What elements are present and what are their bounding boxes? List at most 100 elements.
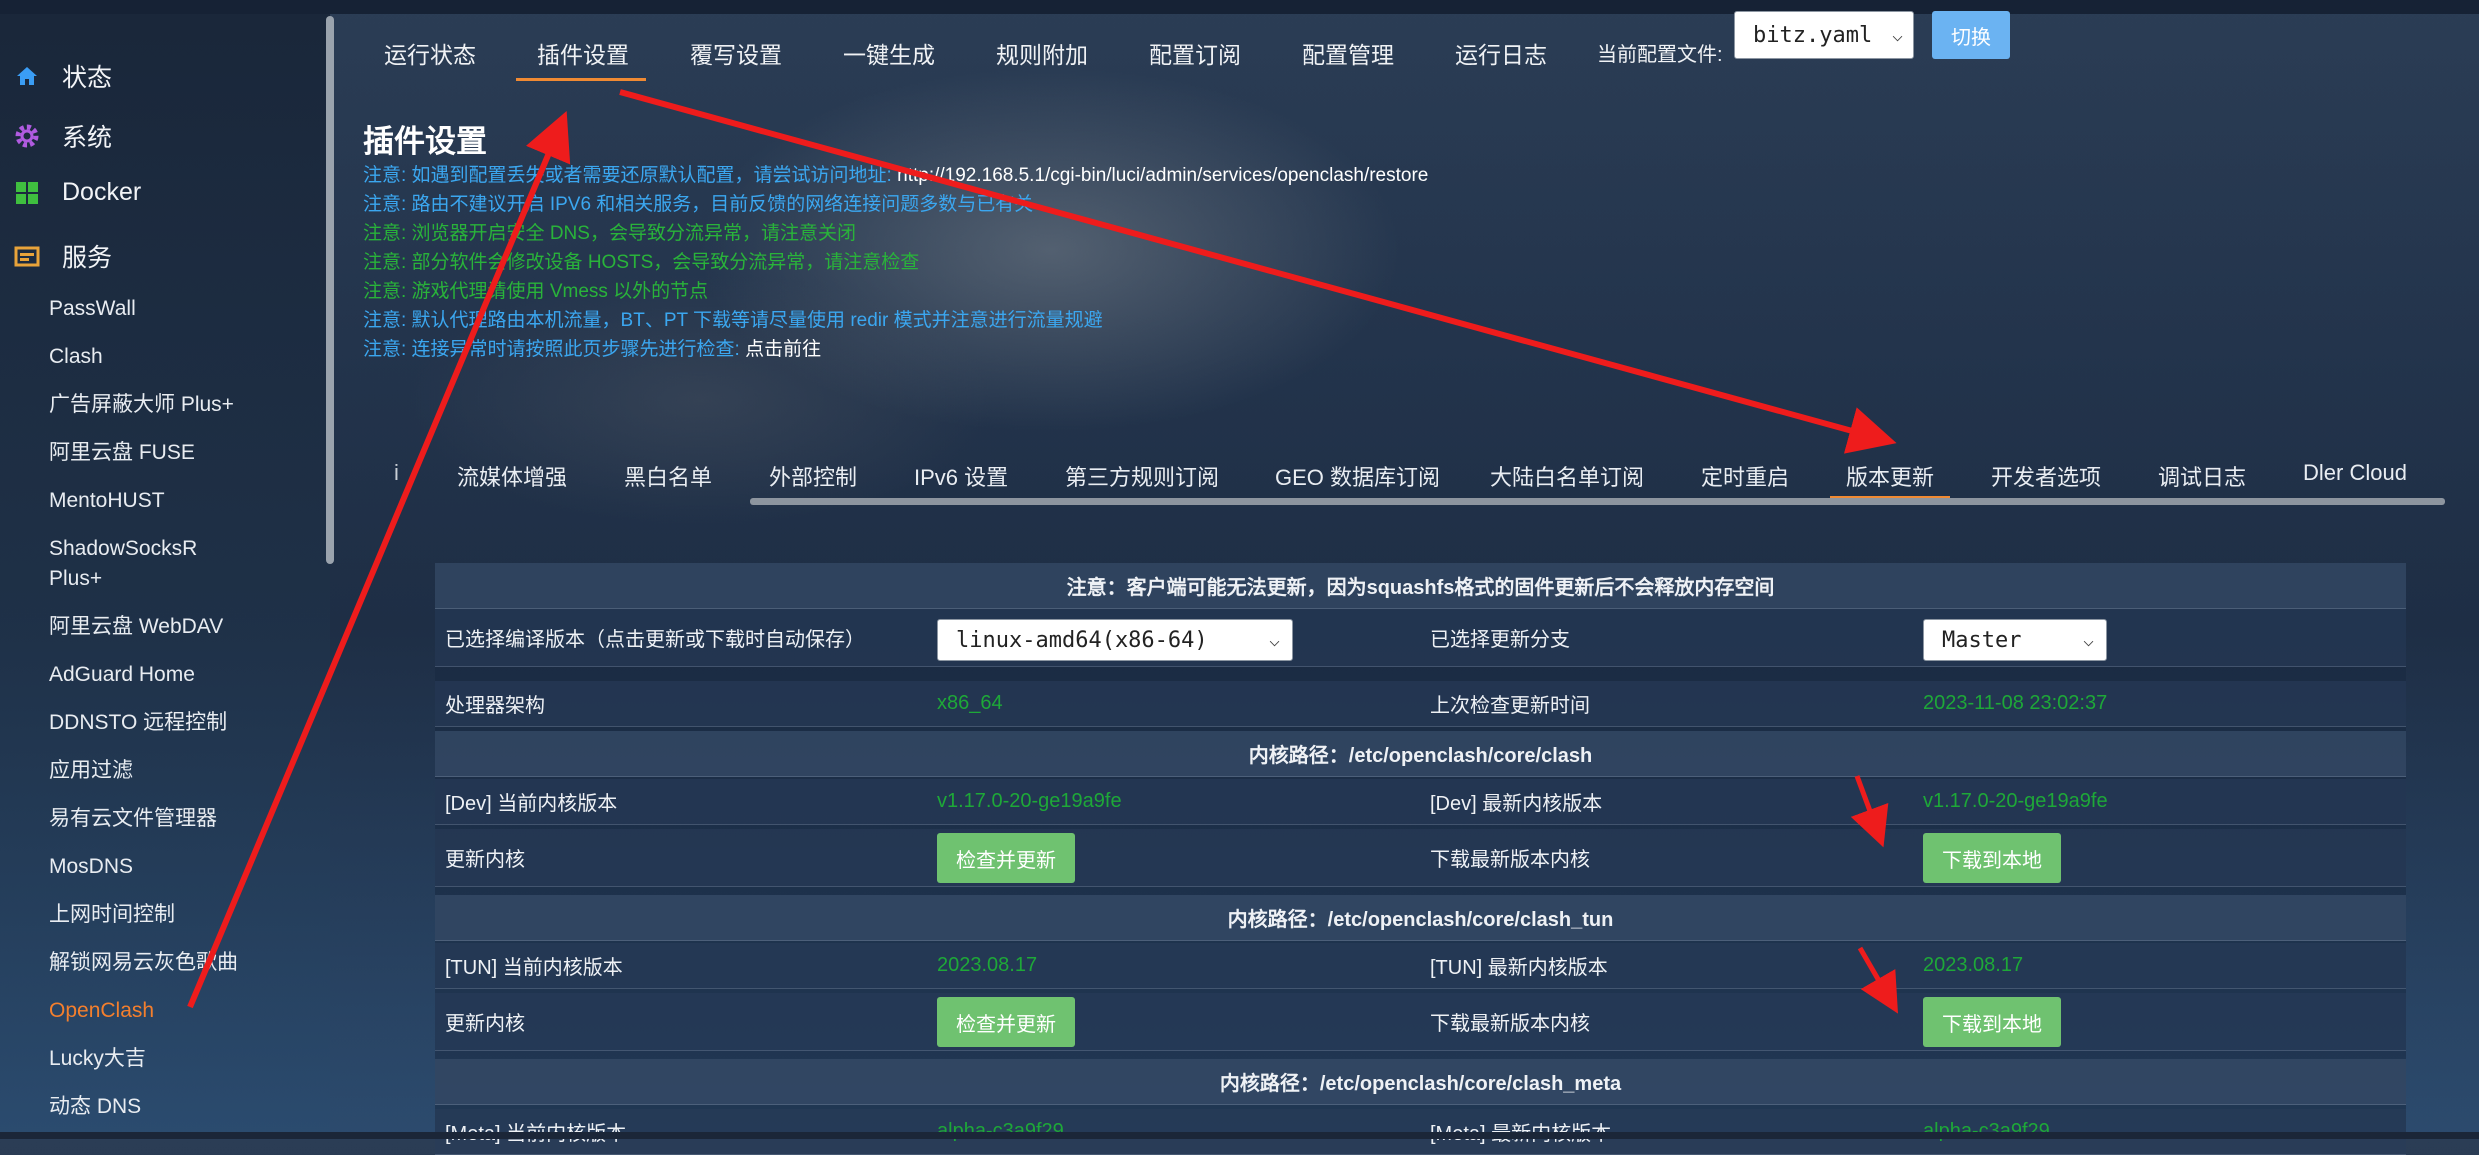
dev-latest-label: [Dev] 最新内核版本 bbox=[1430, 793, 1603, 815]
sidebar-scrollbar[interactable] bbox=[326, 16, 334, 564]
sidebar-item-mosdns[interactable]: MosDNS bbox=[49, 852, 133, 882]
tun-update-label: 更新内核 bbox=[445, 1013, 525, 1035]
sidebar-item-services[interactable]: 服务 bbox=[14, 238, 112, 274]
dev-update-label: 更新内核 bbox=[445, 849, 525, 871]
config-file-select[interactable]: bitz.yaml ⌵ bbox=[1734, 11, 1914, 59]
sidebar-item-aliyundrive-webdav[interactable]: 阿里云盘 WebDAV bbox=[49, 612, 223, 642]
arch-row: 处理器架构 x86_64 上次检查更新时间 2023-11-08 23:02:3… bbox=[435, 681, 2406, 727]
core-path-row: 内核路径：/etc/openclash/core/clash_tun bbox=[435, 895, 2406, 941]
page-title: 插件设置 bbox=[363, 124, 487, 159]
sidebar-item-ddns[interactable]: 动态 DNS bbox=[49, 1092, 141, 1122]
tun-latest-label: [TUN] 最新内核版本 bbox=[1430, 957, 1608, 979]
dev-current-label: [Dev] 当前内核版本 bbox=[445, 793, 618, 815]
compile-version-select[interactable]: linux-amd64(x86-64) ⌵ bbox=[937, 619, 1293, 661]
tab-version-update[interactable]: 版本更新 bbox=[1846, 460, 1934, 492]
tab-ipv6[interactable]: IPv6 设置 bbox=[914, 460, 1008, 492]
gear-icon bbox=[14, 123, 40, 149]
tun-current-value: 2023.08.17 bbox=[937, 954, 1038, 976]
tun-latest-value: 2023.08.17 bbox=[1923, 954, 2024, 976]
compile-version-row: 已选择编译版本（点击更新或下载时自动保存） linux-amd64(x86-64… bbox=[435, 609, 2406, 667]
tab-dler-cloud[interactable]: Dler Cloud bbox=[2303, 460, 2407, 486]
dev-check-update-button[interactable]: 检查并更新 bbox=[937, 833, 1075, 883]
restore-link[interactable]: http://192.168.5.1/cgi-bin/luci/admin/se… bbox=[897, 165, 1428, 186]
sidebar-item-unblock-netease[interactable]: 解锁网易云灰色歌曲 bbox=[49, 948, 238, 978]
nav-one-click-generate[interactable]: 一键生成 bbox=[843, 36, 935, 70]
sidebar-item-openclash[interactable]: OpenClash bbox=[49, 996, 154, 1026]
tab-partial[interactable]: i bbox=[394, 460, 399, 486]
tabbar-scrollbar[interactable] bbox=[750, 498, 2445, 505]
sidebar-item-adguard-home[interactable]: AdGuard Home bbox=[49, 660, 195, 690]
sidebar-item-linkease-file[interactable]: 易有云文件管理器 bbox=[49, 804, 217, 834]
nav-override-settings[interactable]: 覆写设置 bbox=[690, 36, 782, 70]
core-path-clash: 内核路径：/etc/openclash/core/clash bbox=[1248, 745, 1593, 767]
note-secure-dns: 注意: 浏览器开启安全 DNS，会导致分流异常，请注意关闭 bbox=[363, 223, 856, 244]
bottom-edge bbox=[0, 1132, 2479, 1139]
note-hosts: 注意: 部分软件会修改设备 HOSTS，会导致分流异常，请注意检查 bbox=[363, 252, 920, 273]
nav-run-log[interactable]: 运行日志 bbox=[1455, 36, 1547, 70]
core-path-clash-tun: 内核路径：/etc/openclash/core/clash_tun bbox=[1227, 909, 1614, 931]
sidebar-item-shadowsocksr-plus[interactable]: Plus+ bbox=[49, 564, 102, 594]
note-text: 注意: 如遇到配置丢失或者需要还原默认配置，请尝试访问地址: bbox=[363, 165, 898, 186]
update-branch-value: Master bbox=[1942, 627, 2022, 653]
sidebar-item-adbyby[interactable]: 广告屏蔽大师 Plus+ bbox=[49, 390, 234, 420]
services-icon bbox=[14, 243, 40, 269]
tab-streaming[interactable]: 流媒体增强 bbox=[457, 460, 567, 492]
arch-value: x86_64 bbox=[937, 692, 1003, 714]
dev-version-row: [Dev] 当前内核版本 v1.17.0-20-ge19a9fe [Dev] 最… bbox=[435, 779, 2406, 825]
update-notice: 注意：客户端可能无法更新，因为squashfs格式的固件更新后不会释放内存空间 bbox=[1066, 577, 1775, 599]
home-icon bbox=[14, 63, 40, 89]
update-branch-select[interactable]: Master ⌵ bbox=[1923, 619, 2107, 661]
dev-current-value: v1.17.0-20-ge19a9fe bbox=[937, 790, 1122, 812]
tun-version-row: [TUN] 当前内核版本 2023.08.17 [TUN] 最新内核版本 202… bbox=[435, 943, 2406, 989]
sidebar-item-label: 系统 bbox=[62, 124, 113, 152]
dev-update-row: 更新内核 检查并更新 下载最新版本内核 下载到本地 bbox=[435, 829, 2406, 887]
sidebar-item-app-filter[interactable]: 应用过滤 bbox=[49, 756, 133, 786]
nav-run-status[interactable]: 运行状态 bbox=[384, 36, 476, 70]
note-connection-check: 注意: 连接异常时请按照此页步骤先进行检查: 点击前往 bbox=[363, 337, 821, 363]
nav-config-subscribe[interactable]: 配置订阅 bbox=[1149, 36, 1241, 70]
note-text: 注意: 连接异常时请按照此页步骤先进行检查: bbox=[363, 339, 746, 360]
tab-developer-options[interactable]: 开发者选项 bbox=[1991, 460, 2101, 492]
nav-active-indicator bbox=[516, 78, 646, 81]
top-navigation: 运行状态 插件设置 覆写设置 一键生成 规则附加 配置订阅 配置管理 运行日志 bbox=[336, 14, 2479, 100]
go-check-link[interactable]: 点击前往 bbox=[745, 339, 821, 360]
sidebar-item-clash[interactable]: Clash bbox=[49, 342, 103, 372]
note-default-proxy: 注意: 默认代理路由本机流量，BT、PT 下载等请尽量使用 redir 模式并注… bbox=[363, 310, 1103, 331]
update-notice-row: 注意：客户端可能无法更新，因为squashfs格式的固件更新后不会释放内存空间 bbox=[435, 563, 2406, 609]
tab-external-control[interactable]: 外部控制 bbox=[769, 460, 857, 492]
sidebar-item-lucky[interactable]: Lucky大吉 bbox=[49, 1044, 146, 1074]
nav-config-manage[interactable]: 配置管理 bbox=[1302, 36, 1394, 70]
last-check-value: 2023-11-08 23:02:37 bbox=[1923, 692, 2108, 714]
config-file-value: bitz.yaml bbox=[1753, 22, 1873, 48]
chevron-down-icon: ⌵ bbox=[1892, 25, 1903, 46]
tun-current-label: [TUN] 当前内核版本 bbox=[445, 957, 623, 979]
tab-third-party-rules[interactable]: 第三方规则订阅 bbox=[1065, 460, 1219, 492]
tun-check-update-button[interactable]: 检查并更新 bbox=[937, 997, 1075, 1047]
tab-blackwhite-list[interactable]: 黑白名单 bbox=[624, 460, 712, 492]
sidebar-item-ddnsto[interactable]: DDNSTO 远程控制 bbox=[49, 708, 227, 738]
sidebar-item-mentohust[interactable]: MentoHUST bbox=[49, 486, 165, 516]
note-restore: 注意: 如遇到配置丢失或者需要还原默认配置，请尝试访问地址: http://19… bbox=[363, 163, 1428, 189]
dev-download-button[interactable]: 下载到本地 bbox=[1923, 833, 2061, 883]
sidebar-item-shadowsocksr[interactable]: ShadowSocksR bbox=[49, 534, 197, 564]
chevron-down-icon: ⌵ bbox=[2083, 629, 2094, 651]
sidebar-item-status[interactable]: 状态 bbox=[14, 58, 112, 94]
last-check-label: 上次检查更新时间 bbox=[1430, 695, 1590, 717]
tab-mainland-whitelist[interactable]: 大陆白名单订阅 bbox=[1490, 460, 1644, 492]
tun-download-button[interactable]: 下载到本地 bbox=[1923, 997, 2061, 1047]
sidebar-item-docker[interactable]: Docker bbox=[14, 178, 141, 207]
sidebar-item-time-control[interactable]: 上网时间控制 bbox=[49, 900, 175, 930]
nav-plugin-settings[interactable]: 插件设置 bbox=[537, 36, 629, 70]
core-path-row: 内核路径：/etc/openclash/core/clash bbox=[435, 731, 2406, 777]
sidebar-item-label: 状态 bbox=[62, 64, 113, 92]
compile-version-label: 已选择编译版本（点击更新或下载时自动保存） bbox=[445, 629, 865, 651]
tab-geo-database[interactable]: GEO 数据库订阅 bbox=[1275, 460, 1440, 492]
tab-scheduled-restart[interactable]: 定时重启 bbox=[1701, 460, 1789, 492]
tab-debug-log[interactable]: 调试日志 bbox=[2158, 460, 2246, 492]
sidebar-item-system[interactable]: 系统 bbox=[14, 118, 112, 154]
sidebar-item-passwall[interactable]: PassWall bbox=[49, 294, 136, 324]
switch-config-button[interactable]: 切换 bbox=[1932, 11, 2010, 59]
nav-rule-append[interactable]: 规则附加 bbox=[996, 36, 1088, 70]
sidebar-item-aliyundrive-fuse[interactable]: 阿里云盘 FUSE bbox=[49, 438, 195, 468]
sidebar-item-label: 服务 bbox=[62, 244, 113, 272]
